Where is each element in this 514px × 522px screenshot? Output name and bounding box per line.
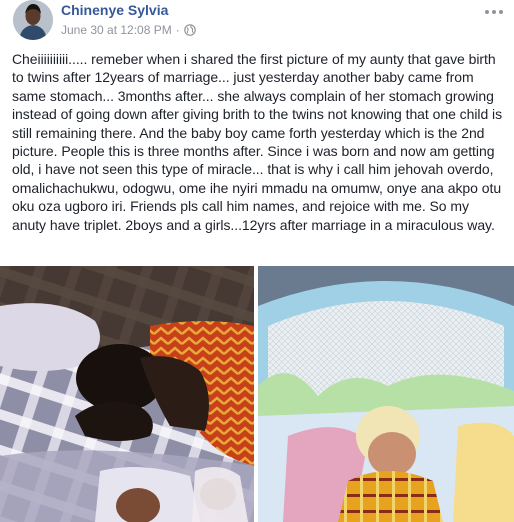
photo-baby-in-net[interactable] [258, 266, 514, 522]
more-horizontal-icon[interactable] [482, 4, 506, 20]
globe-icon[interactable] [183, 24, 196, 36]
post-timestamp[interactable]: June 30 at 12:08 PM [61, 23, 172, 37]
photo-mother-with-twins[interactable] [0, 266, 254, 522]
meta-separator: · [175, 23, 180, 37]
author-name-link[interactable]: Chinenye Sylvia [61, 2, 168, 18]
post-meta: June 30 at 12:08 PM · [61, 23, 196, 37]
post-text: Cheiiiiiiiiii..... remeber when i shared… [12, 51, 503, 233]
avatar[interactable] [13, 0, 53, 40]
post-header: Chinenye Sylvia June 30 at 12:08 PM · [0, 0, 514, 44]
